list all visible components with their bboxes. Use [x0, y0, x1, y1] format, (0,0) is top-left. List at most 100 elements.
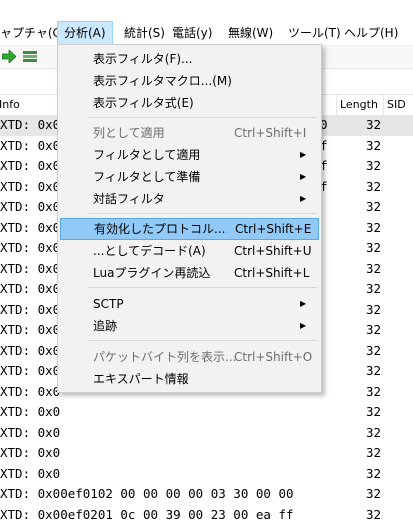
menu-item-label: 列として適用 — [93, 122, 165, 144]
row-info: XTD: 0x0 — [0, 300, 60, 321]
menu-item-shortcut: Ctrl+Shift+L — [234, 262, 309, 284]
row-length: 32 — [366, 402, 381, 423]
row-info: XTD: 0x0 — [0, 382, 60, 403]
row-info: XTD: 0x0 — [0, 115, 60, 136]
row-length: 32 — [366, 361, 381, 382]
row-info: XTD: 0x0 — [0, 238, 60, 259]
menu-item-label: SCTP — [93, 293, 124, 315]
menu-separator — [88, 213, 317, 214]
column-length[interactable]: Length — [336, 95, 384, 115]
menu-item-shortcut: Ctrl+Shift+U — [234, 240, 312, 262]
row-length: 32 — [366, 238, 381, 259]
menu-item-enabled-protocols[interactable]: 有効化したプロトコル... Ctrl+Shift+E — [60, 218, 319, 240]
menu-item-label: Luaプラグイン再読込 — [93, 262, 210, 284]
menu-item-apply-as-column[interactable]: 列として適用 Ctrl+Shift+I — [60, 122, 319, 144]
menu-item-display-filter-macros[interactable]: 表示フィルタマクロ...(M) — [60, 70, 319, 92]
table-row[interactable]: XTD: 0x0 32 — [0, 402, 413, 423]
row-info: XTD: 0x0 — [0, 136, 60, 157]
row-info: XTD: 0x00ef0102 00 00 00 00 03 30 00 00 — [0, 484, 294, 505]
row-length: 32 — [366, 505, 381, 525]
table-row[interactable]: XTD: 0x00ef0201 0c 00 39 00 23 00 ea ff 3… — [0, 505, 413, 525]
menu-item-label: フィルタとして適用 — [93, 144, 200, 166]
row-info: XTD: 0x0 — [0, 464, 60, 485]
column-sid[interactable]: SID — [383, 95, 413, 115]
row-info: XTD: 0x0 — [0, 177, 60, 198]
row-length: 32 — [366, 464, 381, 485]
menu-analyze[interactable]: 分析(A) — [57, 21, 113, 45]
menu-item-display-filter[interactable]: 表示フィルタ(F)... — [60, 48, 319, 70]
row-length: 32 — [366, 300, 381, 321]
row-length: 32 — [366, 279, 381, 300]
row-info: XTD: 0x0 — [0, 279, 60, 300]
row-length: 32 — [366, 177, 381, 198]
menu-item-label: ...としてデコード(A) — [93, 240, 206, 262]
row-info: XTD: 0x0 — [0, 259, 60, 280]
row-length: 32 — [366, 382, 381, 403]
menu-tools[interactable]: ツール(T) — [282, 21, 347, 45]
row-length: 32 — [366, 218, 381, 239]
submenu-arrow-icon: ▶ — [300, 144, 306, 166]
menu-bar: ャプチャ(C) 分析(A) 統計(S) 電話(y) 無線(W) ツール(T) ヘ… — [0, 21, 413, 46]
table-row[interactable]: XTD: 0x0 32 — [0, 443, 413, 464]
row-length: 32 — [366, 115, 381, 136]
menu-item-conversation-filter[interactable]: 対話フィルタ ▶ — [60, 188, 319, 210]
row-length: 32 — [366, 341, 381, 362]
menu-item-show-packet-bytes[interactable]: パケットバイト列を表示...Ctrl+Shift+O — [60, 346, 319, 368]
menu-item-prepare-as-filter[interactable]: フィルタとして準備▶ — [60, 166, 319, 188]
menu-separator — [88, 340, 317, 341]
row-length: 32 — [366, 443, 381, 464]
menu-item-follow[interactable]: 追跡 ▶ — [60, 315, 319, 337]
column-info[interactable]: Info — [0, 95, 20, 115]
submenu-arrow-icon: ▶ — [300, 188, 306, 210]
row-info: XTD: 0x0 — [0, 197, 60, 218]
menu-item-sctp[interactable]: SCTP ▶ — [60, 293, 319, 315]
table-row[interactable]: XTD: 0x0 32 — [0, 423, 413, 444]
row-length: 32 — [366, 320, 381, 341]
table-row[interactable]: XTD: 0x0 32 — [0, 464, 413, 485]
row-length: 32 — [366, 484, 381, 505]
menu-item-apply-as-filter[interactable]: フィルタとして適用 ▶ — [60, 144, 319, 166]
menu-item-label: 追跡 — [93, 315, 117, 337]
row-info: XTD: 0x00ef0201 0c 00 39 00 23 00 ea ff — [0, 505, 294, 525]
filter-config-icon[interactable] — [22, 50, 38, 63]
menu-help[interactable]: ヘルプ(H) — [338, 21, 404, 45]
menu-item-label: 有効化したプロトコル... — [94, 219, 225, 239]
row-length: 32 — [366, 259, 381, 280]
menu-item-label: 表示フィルタ(F)... — [93, 48, 192, 70]
row-length: 32 — [366, 197, 381, 218]
row-info: XTD: 0x0 — [0, 320, 60, 341]
row-info: XTD: 0x0 — [0, 402, 60, 423]
menu-item-display-filter-expression[interactable]: 表示フィルタ式(E) — [60, 92, 319, 114]
row-info: XTD: 0x0 — [0, 443, 60, 464]
menu-item-reload-lua-plugins[interactable]: Luaプラグイン再読込 Ctrl+Shift+L — [60, 262, 319, 284]
menu-item-label: 表示フィルタ式(E) — [93, 92, 194, 114]
row-length: 32 — [366, 423, 381, 444]
menu-item-expert-info[interactable]: エキスパート情報 — [60, 368, 319, 390]
menu-item-label: 対話フィルタ — [93, 188, 165, 210]
menu-telephony[interactable]: 電話(y) — [166, 21, 218, 45]
menu-item-decode-as[interactable]: ...としてデコード(A) Ctrl+Shift+U — [60, 240, 319, 262]
row-length: 32 — [366, 136, 381, 157]
row-info: XTD: 0x0 — [0, 341, 60, 362]
table-row[interactable]: XTD: 0x00ef0102 00 00 00 00 03 30 00 00 3… — [0, 484, 413, 505]
row-length: 32 — [366, 156, 381, 177]
submenu-arrow-icon: ▶ — [300, 293, 306, 315]
menu-wireless[interactable]: 無線(W) — [222, 21, 279, 45]
menu-separator — [88, 117, 317, 118]
menu-item-shortcut: Ctrl+Shift+O — [234, 346, 312, 368]
forward-arrow-icon[interactable] — [2, 50, 16, 63]
menu-item-shortcut: Ctrl+Shift+E — [235, 219, 311, 239]
row-info: XTD: 0x0 — [0, 156, 60, 177]
analyze-dropdown-menu: 表示フィルタ(F)...表示フィルタマクロ...(M)表示フィルタ式(E) 列とし… — [57, 44, 322, 393]
submenu-arrow-icon: ▶ — [300, 315, 306, 337]
menu-item-shortcut: Ctrl+Shift+I — [234, 122, 306, 144]
menu-statistics[interactable]: 統計(S) — [118, 21, 171, 45]
row-info: XTD: 0x0 — [0, 423, 60, 444]
row-info: XTD: 0x0 — [0, 361, 60, 382]
menu-item-label: エキスパート情報 — [93, 368, 189, 390]
menu-item-label: パケットバイト列を表示... — [93, 346, 236, 368]
menu-item-label: 表示フィルタマクロ...(M) — [93, 70, 232, 92]
submenu-arrow-icon: ▶ — [300, 166, 306, 188]
row-info: XTD: 0x0 — [0, 218, 60, 239]
menu-separator — [88, 287, 317, 288]
